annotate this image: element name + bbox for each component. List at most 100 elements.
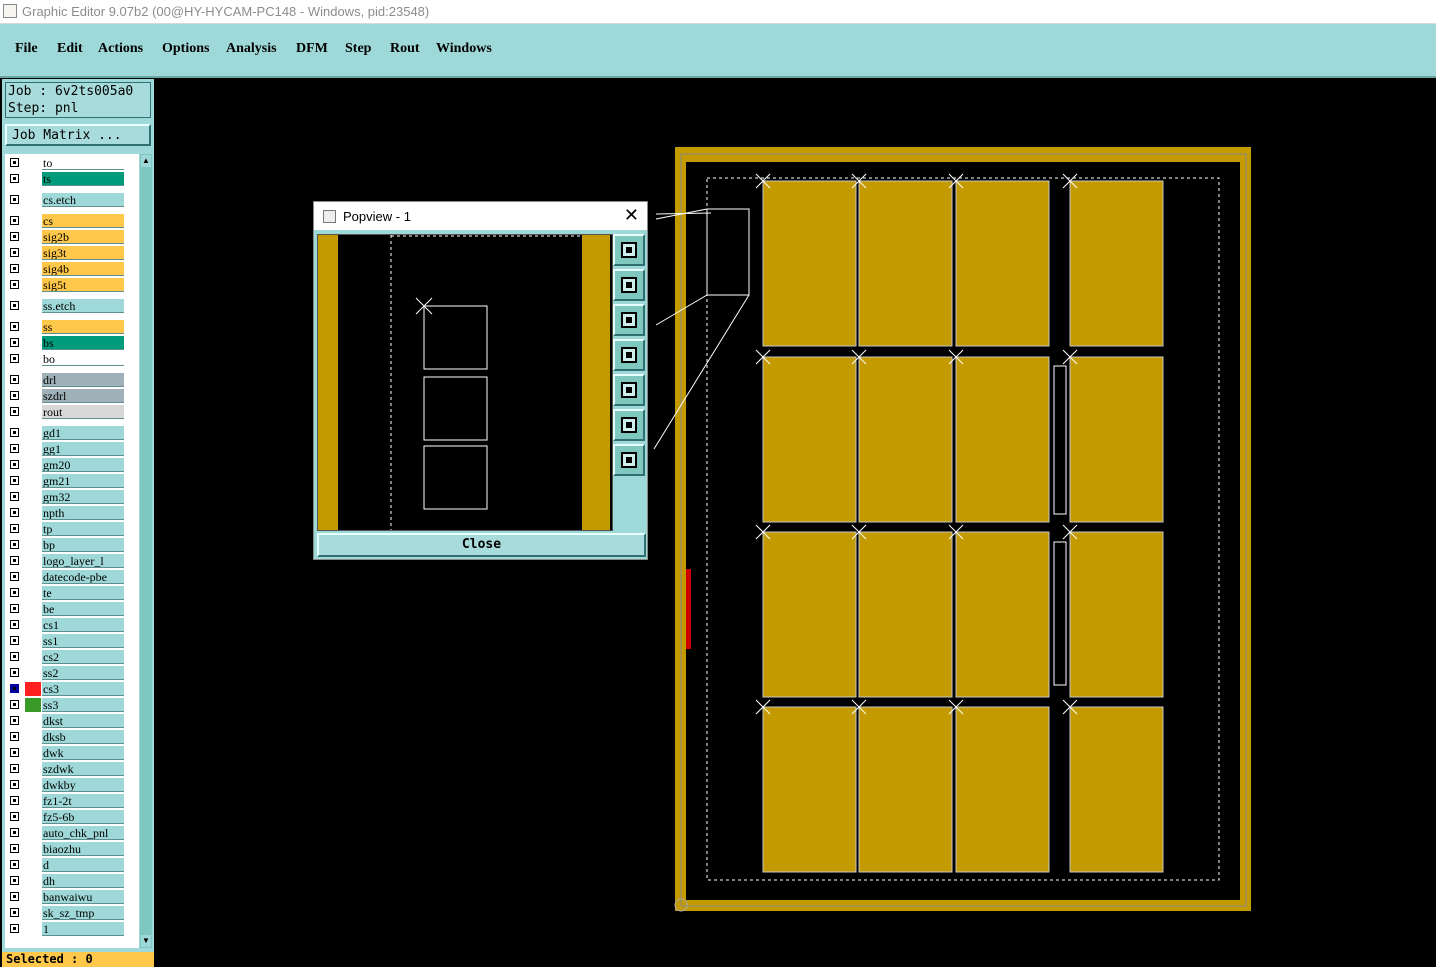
layer-name[interactable]: dwkby (42, 778, 124, 792)
layer-checkbox[interactable] (10, 876, 19, 885)
layer-name[interactable]: sk_sz_tmp (42, 906, 124, 920)
layer-name[interactable]: cs (42, 214, 124, 228)
layer-checkbox[interactable] (10, 812, 19, 821)
layer-name[interactable]: ss (42, 320, 124, 334)
layer-name[interactable]: 1 (42, 922, 124, 936)
layer-checkbox[interactable] (10, 301, 19, 310)
layer-row[interactable]: cs2 (5, 650, 139, 664)
layer-row[interactable]: cs (5, 214, 139, 228)
menu-file[interactable]: File (15, 41, 38, 57)
layer-name[interactable]: fz5-6b (42, 810, 124, 824)
layer-row[interactable]: sig3t (5, 246, 139, 260)
zoom-out-button[interactable] (613, 444, 645, 476)
layer-row[interactable]: logo_layer_l (5, 554, 139, 568)
layer-name[interactable]: banwaiwu (42, 890, 124, 904)
layer-row[interactable]: datecode-pbe (5, 570, 139, 584)
layer-name[interactable]: tp (42, 522, 124, 536)
layer-row[interactable]: gd1 (5, 426, 139, 440)
layer-name[interactable]: d (42, 858, 124, 872)
layer-row[interactable]: tp (5, 522, 139, 536)
menu-actions[interactable]: Actions (98, 41, 143, 57)
layer-checkbox[interactable] (10, 195, 19, 204)
layer-checkbox[interactable] (10, 780, 19, 789)
layer-name[interactable]: biaozhu (42, 842, 124, 856)
layer-name[interactable]: rout (42, 405, 124, 419)
layer-row[interactable]: ts (5, 172, 139, 186)
scroll-down-icon[interactable]: ▼ (141, 935, 151, 947)
layer-row[interactable]: sig2b (5, 230, 139, 244)
pan-right-button[interactable] (613, 374, 645, 406)
layer-name[interactable]: dh (42, 874, 124, 888)
layer-row[interactable]: rout (5, 405, 139, 419)
layer-checkbox[interactable] (10, 540, 19, 549)
layer-list-scrollbar[interactable]: ▲ ▼ (140, 154, 152, 948)
layer-name[interactable]: sig5t (42, 278, 124, 292)
layer-name[interactable]: logo_layer_l (42, 554, 124, 568)
layer-name[interactable]: dksb (42, 730, 124, 744)
layer-checkbox[interactable] (10, 716, 19, 725)
layer-name[interactable]: ss2 (42, 666, 124, 680)
layer-name[interactable]: cs2 (42, 650, 124, 664)
layer-name[interactable]: ss1 (42, 634, 124, 648)
layer-name[interactable]: dwk (42, 746, 124, 760)
layer-name[interactable]: sig4b (42, 262, 124, 276)
layer-row[interactable]: npth (5, 506, 139, 520)
layer-checkbox[interactable] (10, 860, 19, 869)
layer-row[interactable]: banwaiwu (5, 890, 139, 904)
layer-row[interactable]: ss3 (5, 698, 139, 712)
layer-row[interactable]: be (5, 602, 139, 616)
layer-row[interactable]: bo (5, 352, 139, 366)
layer-name[interactable]: to (42, 156, 124, 170)
layer-row[interactable]: dwk (5, 746, 139, 760)
layer-name[interactable]: datecode-pbe (42, 570, 124, 584)
layer-name[interactable]: ts (42, 172, 124, 186)
layer-name[interactable]: cs3 (42, 682, 124, 696)
layer-checkbox[interactable] (10, 391, 19, 400)
layer-row[interactable]: cs.etch (5, 193, 139, 207)
layer-checkbox[interactable] (10, 460, 19, 469)
close-button[interactable]: Close (317, 533, 646, 557)
layer-checkbox[interactable] (10, 604, 19, 613)
layer-name[interactable]: auto_chk_pnl (42, 826, 124, 840)
layer-row[interactable]: bp (5, 538, 139, 552)
layer-checkbox[interactable] (10, 652, 19, 661)
layer-checkbox[interactable] (10, 407, 19, 416)
layer-checkbox[interactable] (10, 636, 19, 645)
layer-name[interactable]: drl (42, 373, 124, 387)
layer-row[interactable]: 1 (5, 922, 139, 936)
layer-row[interactable]: sig5t (5, 278, 139, 292)
layer-row[interactable]: ss1 (5, 634, 139, 648)
layer-name[interactable]: sig2b (42, 230, 124, 244)
pan-down-button[interactable] (613, 304, 645, 336)
layer-checkbox[interactable] (10, 354, 19, 363)
layer-name[interactable]: cs.etch (42, 193, 124, 207)
layer-name[interactable]: szdrl (42, 389, 124, 403)
layer-row[interactable]: dh (5, 874, 139, 888)
layer-name[interactable]: gm21 (42, 474, 124, 488)
layer-name[interactable]: gg1 (42, 442, 124, 456)
zoom-home-button[interactable] (613, 234, 645, 266)
layer-row[interactable]: gm21 (5, 474, 139, 488)
layer-checkbox[interactable] (10, 280, 19, 289)
menu-edit[interactable]: Edit (57, 41, 83, 57)
layer-checkbox[interactable] (10, 924, 19, 933)
menu-windows[interactable]: Windows (436, 41, 492, 57)
layer-checkbox[interactable] (10, 892, 19, 901)
layer-name[interactable]: sig3t (42, 246, 124, 260)
zoom-in-button[interactable] (613, 409, 645, 441)
pan-left-button[interactable] (613, 339, 645, 371)
layer-checkbox[interactable] (10, 508, 19, 517)
layer-row[interactable]: sig4b (5, 262, 139, 276)
layer-row[interactable]: dksb (5, 730, 139, 744)
job-matrix-button[interactable]: Job Matrix ... (5, 124, 151, 146)
layer-checkbox[interactable] (10, 338, 19, 347)
layer-row[interactable]: ss2 (5, 666, 139, 680)
layer-name[interactable]: te (42, 586, 124, 600)
layer-row[interactable]: te (5, 586, 139, 600)
layer-checkbox[interactable] (10, 216, 19, 225)
scroll-up-icon[interactable]: ▲ (141, 155, 151, 167)
layer-checkbox[interactable] (10, 700, 19, 709)
close-icon[interactable]: ✕ (624, 205, 639, 226)
layer-checkbox[interactable] (10, 556, 19, 565)
pan-up-button[interactable] (613, 269, 645, 301)
